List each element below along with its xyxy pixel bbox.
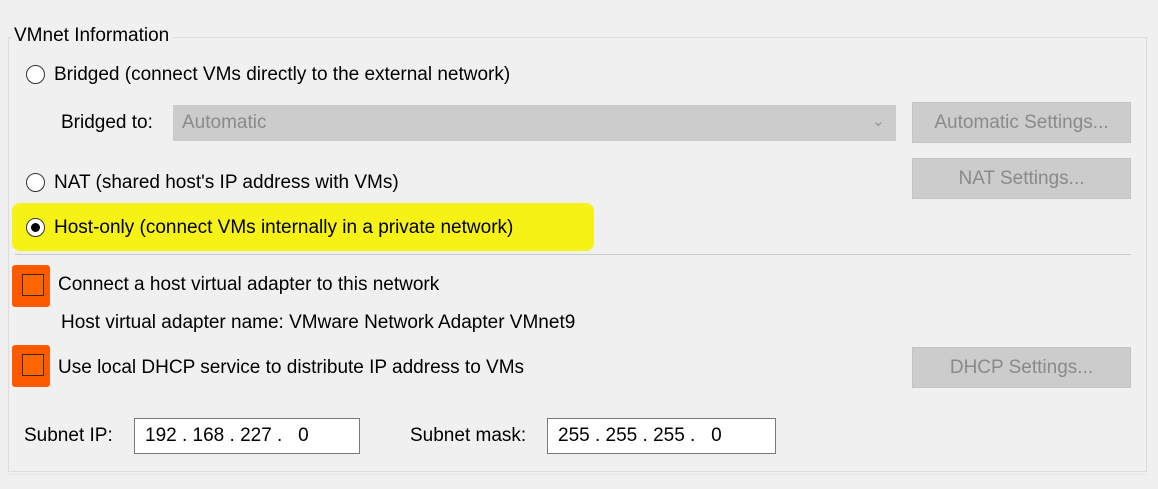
subnet-ip-field[interactable]: 192 . 168 . 227 . 0	[134, 418, 360, 454]
dhcp-checkbox[interactable]	[12, 345, 50, 387]
automatic-settings-button[interactable]: Automatic Settings...	[912, 102, 1131, 143]
bridged-to-label: Bridged to:	[61, 112, 153, 133]
nat-radio[interactable]	[26, 173, 45, 192]
nat-settings-button[interactable]: NAT Settings...	[912, 158, 1131, 199]
connect-adapter-checkbox[interactable]	[12, 265, 50, 307]
bridged-to-value: Automatic	[182, 112, 267, 133]
group-title: VMnet Information	[12, 24, 174, 48]
subnet-mask-label: Subnet mask:	[410, 425, 527, 446]
bottom-divider	[8, 474, 1147, 475]
separator	[15, 254, 1131, 255]
nat-label: NAT (shared host's IP address with VMs)	[54, 172, 399, 193]
hostonly-label: Host-only (connect VMs internally in a p…	[54, 217, 514, 238]
bridged-label: Bridged (connect VMs directly to the ext…	[54, 64, 511, 85]
chevron-down-icon: ⌄	[871, 113, 885, 130]
dhcp-settings-button[interactable]: DHCP Settings...	[912, 347, 1131, 388]
checkbox-box	[22, 354, 44, 376]
subnet-mask-field[interactable]: 255 . 255 . 255 . 0	[547, 418, 776, 454]
radio-selected-dot	[30, 222, 40, 232]
dhcp-label[interactable]: Use local DHCP service to distribute IP …	[58, 356, 524, 380]
subnet-ip-label: Subnet IP:	[24, 425, 113, 446]
hostonly-option[interactable]: Host-only (connect VMs internally in a p…	[26, 215, 586, 241]
bridged-to-combobox[interactable]: Automatic ⌄	[173, 105, 896, 141]
bridged-radio[interactable]	[26, 65, 45, 84]
connect-adapter-label[interactable]: Connect a host virtual adapter to this n…	[58, 273, 439, 297]
hostonly-radio[interactable]	[26, 218, 45, 237]
bridged-option[interactable]: Bridged (connect VMs directly to the ext…	[26, 62, 586, 88]
checkbox-box	[22, 274, 44, 296]
nat-option[interactable]: NAT (shared host's IP address with VMs)	[26, 170, 456, 196]
adapter-name-text: Host virtual adapter name: VMware Networ…	[61, 312, 576, 333]
